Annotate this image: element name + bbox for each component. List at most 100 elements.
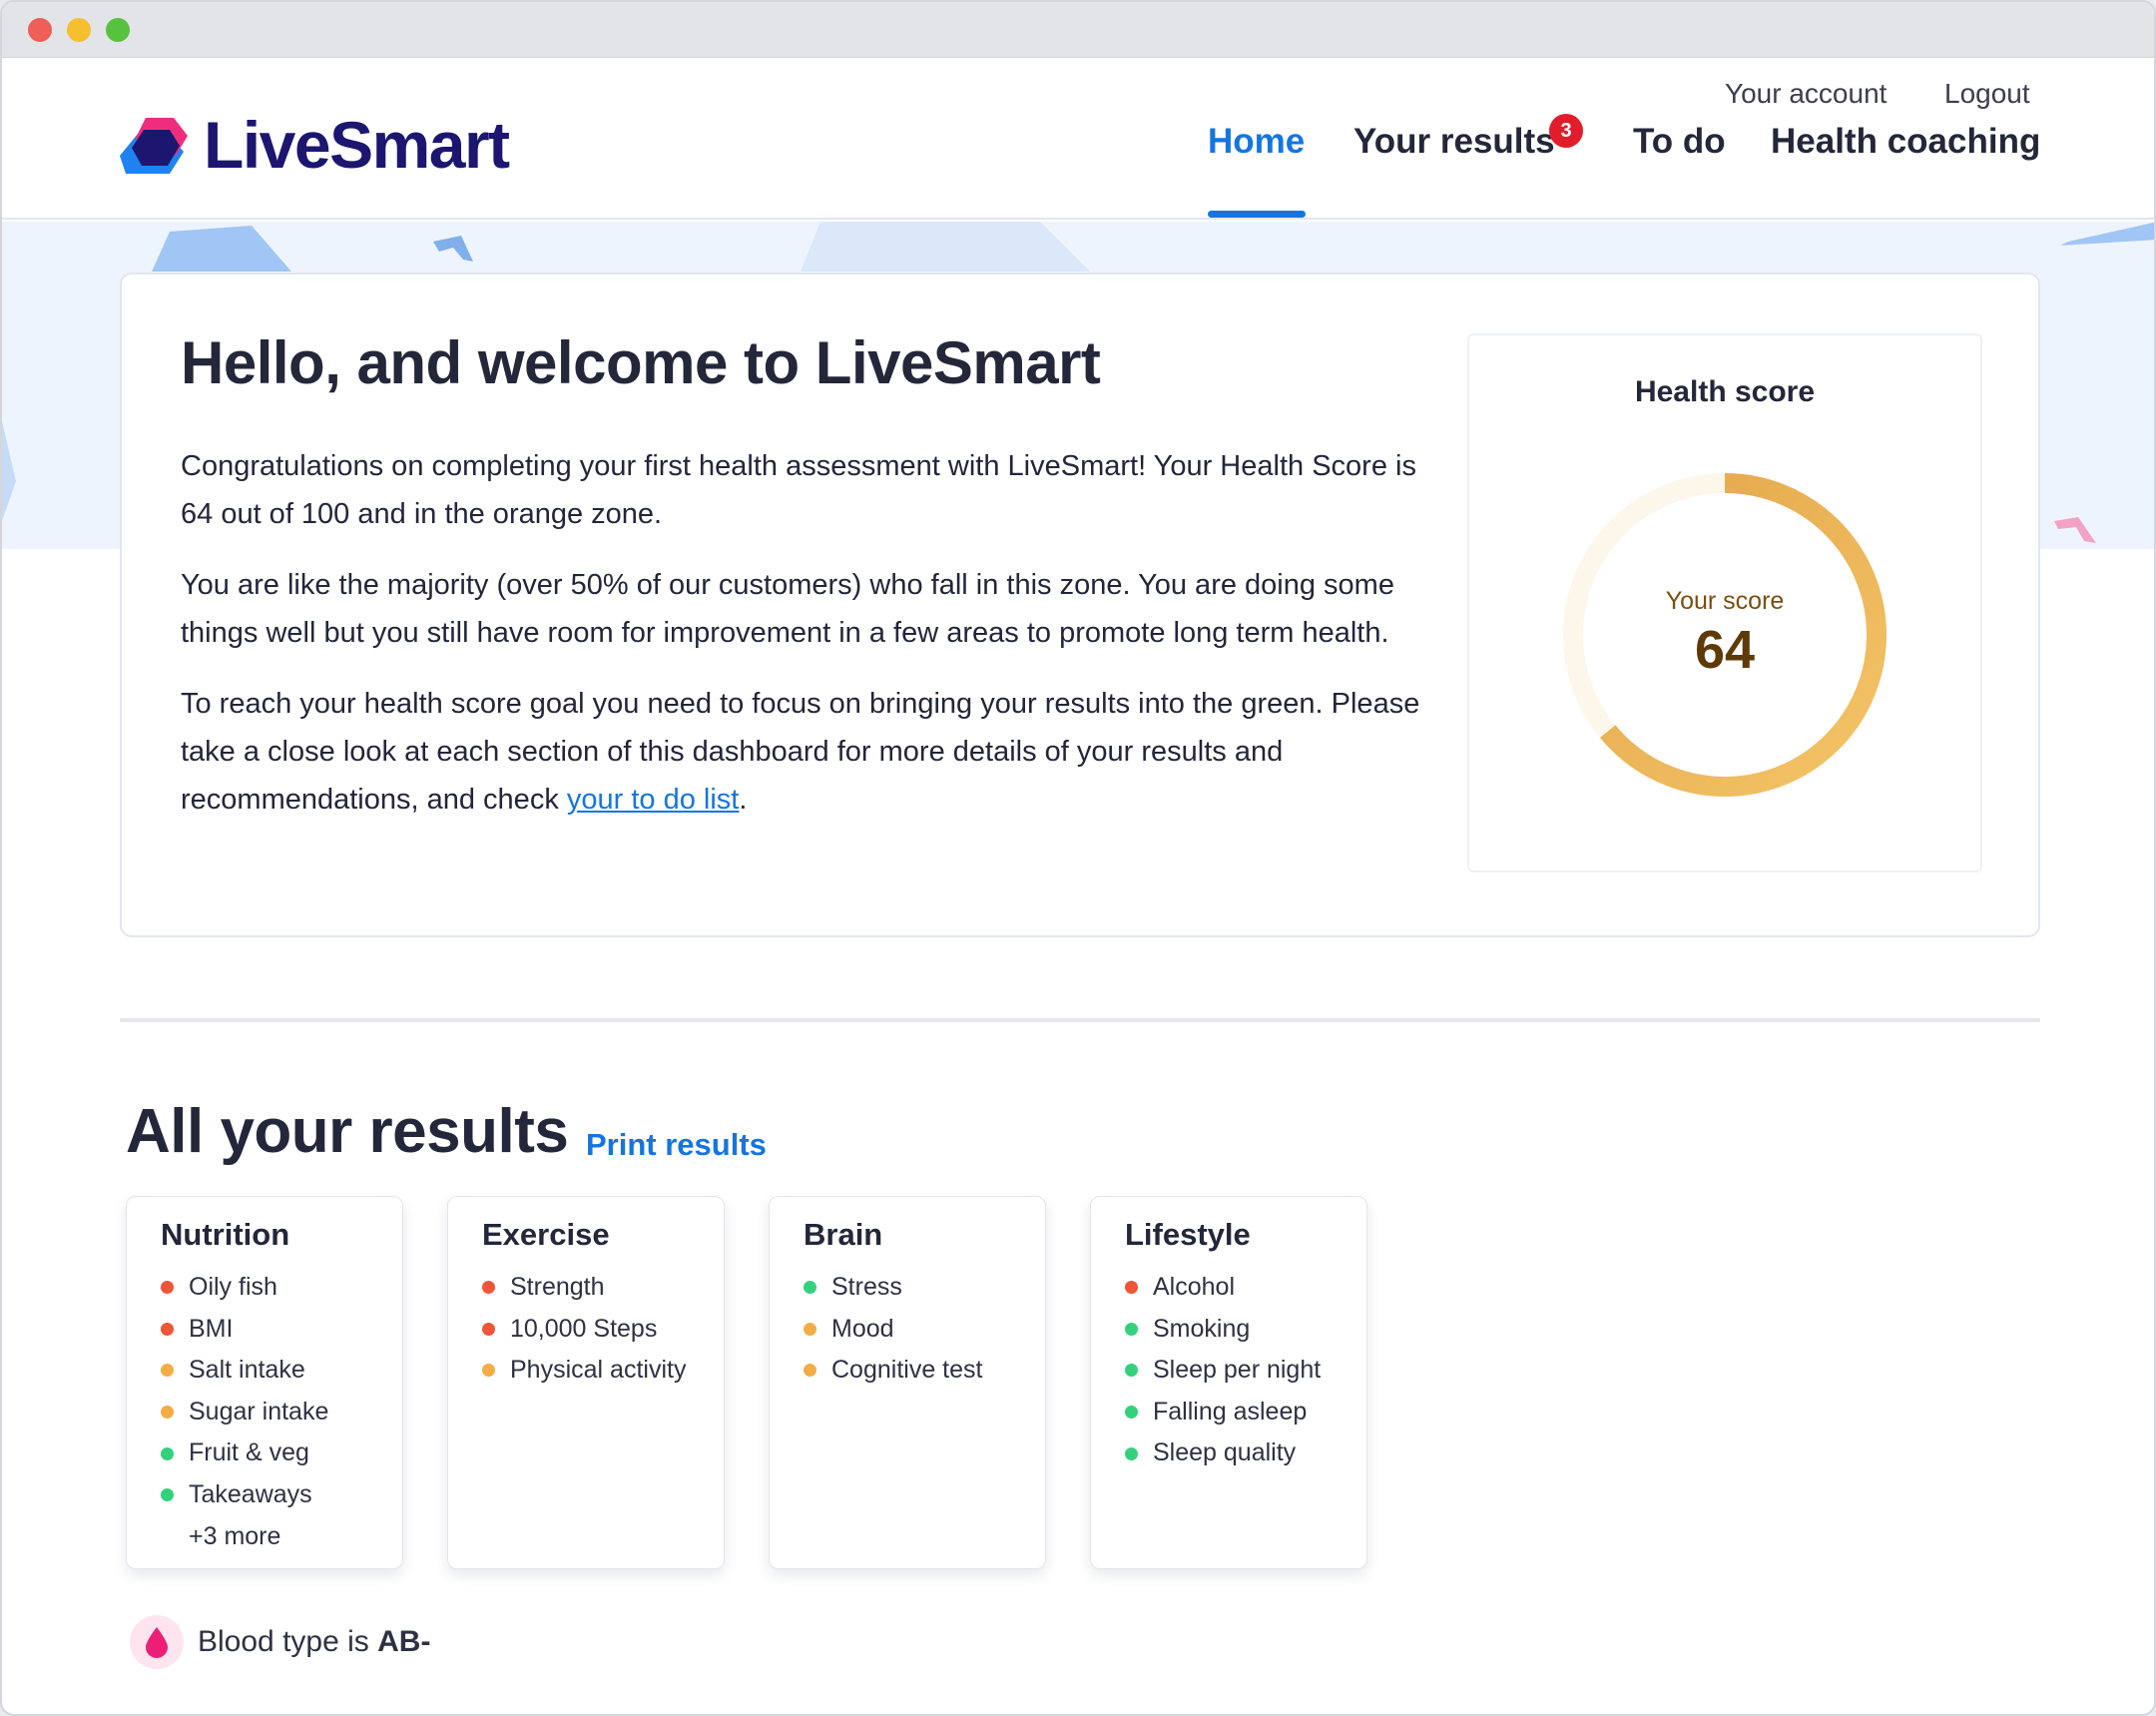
result-item[interactable]: Falling asleep <box>1125 1392 1321 1433</box>
welcome-paragraph-3: To reach your health score goal you need… <box>181 680 1428 824</box>
result-item[interactable]: Oily fish <box>161 1267 328 1309</box>
result-item-label: Stress <box>831 1273 902 1301</box>
result-list: Oily fish BMI Salt intake Sugar intake Fruit… <box>161 1267 328 1557</box>
result-item-label: Oily fish <box>189 1273 277 1301</box>
result-item-label: Fruit & veg <box>189 1438 309 1467</box>
welcome-card: Hello, and welcome to LiveSmart Congratu… <box>120 273 2040 937</box>
result-item[interactable]: Sugar intake <box>161 1392 328 1433</box>
site-header: LiveSmart Your account Logout Home Your … <box>2 58 2154 220</box>
result-item[interactable]: Physical activity <box>482 1350 686 1392</box>
logout-link[interactable]: Logout <box>1944 78 2030 110</box>
nav-to-do[interactable]: To do <box>1633 122 1726 162</box>
your-score-label: Your score <box>1665 587 1785 615</box>
result-item[interactable]: Stress <box>804 1267 982 1309</box>
status-orange-dot-icon <box>161 1364 174 1378</box>
status-green-dot-icon <box>1125 1446 1138 1460</box>
result-item-label: Falling asleep <box>1153 1397 1308 1426</box>
all-results-title: All your results <box>126 1097 569 1166</box>
result-item[interactable]: Smoking <box>1125 1309 1321 1351</box>
status-green-dot-icon <box>1125 1322 1138 1336</box>
result-card-brain[interactable]: Brain Stress Mood Cognitive test <box>769 1196 1046 1569</box>
result-list: Strength 10,000 Steps Physical activity <box>482 1267 686 1392</box>
logo-hexagon-icon <box>120 118 188 174</box>
nav-your-results[interactable]: Your results <box>1353 122 1555 162</box>
result-item[interactable]: 10,000 Steps <box>482 1309 686 1351</box>
status-red-dot-icon <box>482 1281 495 1295</box>
welcome-title: Hello, and welcome to LiveSmart <box>181 329 1101 396</box>
to-do-list-link[interactable]: your to do list <box>567 784 739 816</box>
result-item-label: Takeaways <box>189 1479 312 1508</box>
result-card-title: Lifestyle <box>1125 1217 1251 1252</box>
result-card-nutrition[interactable]: Nutrition Oily fish BMI Salt intake Sugar in… <box>126 1196 403 1569</box>
result-item-label: Smoking <box>1153 1314 1251 1343</box>
welcome-paragraph-2: You are like the majority (over 50% of o… <box>181 569 1394 649</box>
result-card-title: Brain <box>804 1217 883 1252</box>
welcome-body: Congratulations on completing your first… <box>181 442 1428 847</box>
welcome-paragraph-3-end: . <box>739 784 748 816</box>
result-item[interactable]: Alcohol <box>1125 1267 1321 1309</box>
your-account-link[interactable]: Your account <box>1725 78 1886 110</box>
blood-type-prefix: Blood type is <box>198 1625 378 1658</box>
blood-drop-icon <box>130 1615 184 1669</box>
more-results-link[interactable]: +3 more <box>161 1516 328 1558</box>
result-list: Alcohol Smoking Sleep per night Falling asl… <box>1125 1267 1321 1474</box>
result-item-label: Physical activity <box>510 1356 687 1385</box>
result-item[interactable]: Strength <box>482 1267 686 1309</box>
result-item-label: 10,000 Steps <box>510 1314 658 1343</box>
result-item-label: BMI <box>189 1314 234 1343</box>
status-orange-dot-icon <box>804 1322 816 1336</box>
result-item[interactable]: Salt intake <box>161 1350 328 1392</box>
nav-health-coaching[interactable]: Health coaching <box>1771 122 2040 162</box>
brand-name: LiveSmart <box>204 108 510 182</box>
result-item-label: Sleep quality <box>1153 1438 1297 1467</box>
result-item[interactable]: Sleep quality <box>1125 1432 1321 1474</box>
result-item-label: Mood <box>831 1314 894 1343</box>
result-item[interactable]: BMI <box>161 1309 328 1351</box>
maximize-window-button[interactable] <box>106 18 130 42</box>
status-red-dot-icon <box>161 1281 174 1295</box>
result-item[interactable]: Mood <box>804 1309 982 1351</box>
health-score-title: Health score <box>1634 375 1816 408</box>
result-card-title: Nutrition <box>161 1217 290 1252</box>
status-orange-dot-icon <box>804 1364 816 1378</box>
livesmart-logo[interactable]: LiveSmart <box>120 108 510 182</box>
status-green-dot-icon <box>804 1281 816 1295</box>
nav-home[interactable]: Home <box>1208 122 1305 162</box>
blood-type-text: Blood type is AB- <box>198 1625 430 1659</box>
status-green-dot-icon <box>1125 1364 1138 1378</box>
status-red-dot-icon <box>161 1322 174 1336</box>
result-item-label: Cognitive test <box>831 1356 983 1385</box>
result-item-label: Salt intake <box>189 1356 305 1385</box>
nav-active-indicator <box>1208 211 1306 218</box>
close-window-button[interactable] <box>28 18 52 42</box>
browser-window: LiveSmart Your account Logout Home Your … <box>0 0 2156 1716</box>
result-item-label: Alcohol <box>1153 1273 1235 1301</box>
health-score-panel: Health score Your score 64 <box>1467 333 1982 872</box>
window-titlebar <box>2 2 2154 58</box>
status-green-dot-icon <box>1125 1406 1138 1420</box>
result-item[interactable]: Sleep per night <box>1125 1350 1321 1392</box>
result-item[interactable]: Cognitive test <box>804 1350 982 1392</box>
result-card-exercise[interactable]: Exercise Strength 10,000 Steps Physical act… <box>447 1196 725 1569</box>
status-red-dot-icon <box>482 1322 495 1336</box>
status-orange-dot-icon <box>482 1364 495 1378</box>
welcome-paragraph-3-text: To reach your health score goal you need… <box>181 688 1420 816</box>
result-list: Stress Mood Cognitive test <box>804 1267 982 1392</box>
result-card-title: Exercise <box>482 1217 610 1252</box>
result-item-label: Strength <box>510 1273 605 1301</box>
result-item[interactable]: Fruit & veg <box>161 1432 328 1474</box>
minimize-window-button[interactable] <box>67 18 91 42</box>
result-item-label: Sugar intake <box>189 1397 329 1426</box>
result-item[interactable]: Takeaways <box>161 1474 328 1516</box>
result-card-lifestyle[interactable]: Lifestyle Alcohol Smoking Sleep per night Fa… <box>1090 1196 1367 1569</box>
result-item-label: Sleep per night <box>1153 1356 1322 1385</box>
your-score-value: 64 <box>1694 620 1756 680</box>
status-green-dot-icon <box>161 1446 174 1460</box>
blood-type-row: Blood type is AB- <box>130 1615 430 1669</box>
blood-type-value: AB- <box>377 1625 431 1658</box>
section-divider <box>120 1018 2040 1022</box>
print-results-link[interactable]: Print results <box>586 1127 767 1163</box>
status-green-dot-icon <box>161 1488 174 1502</box>
results-notification-badge: 3 <box>1549 114 1583 148</box>
status-red-dot-icon <box>1125 1281 1138 1295</box>
